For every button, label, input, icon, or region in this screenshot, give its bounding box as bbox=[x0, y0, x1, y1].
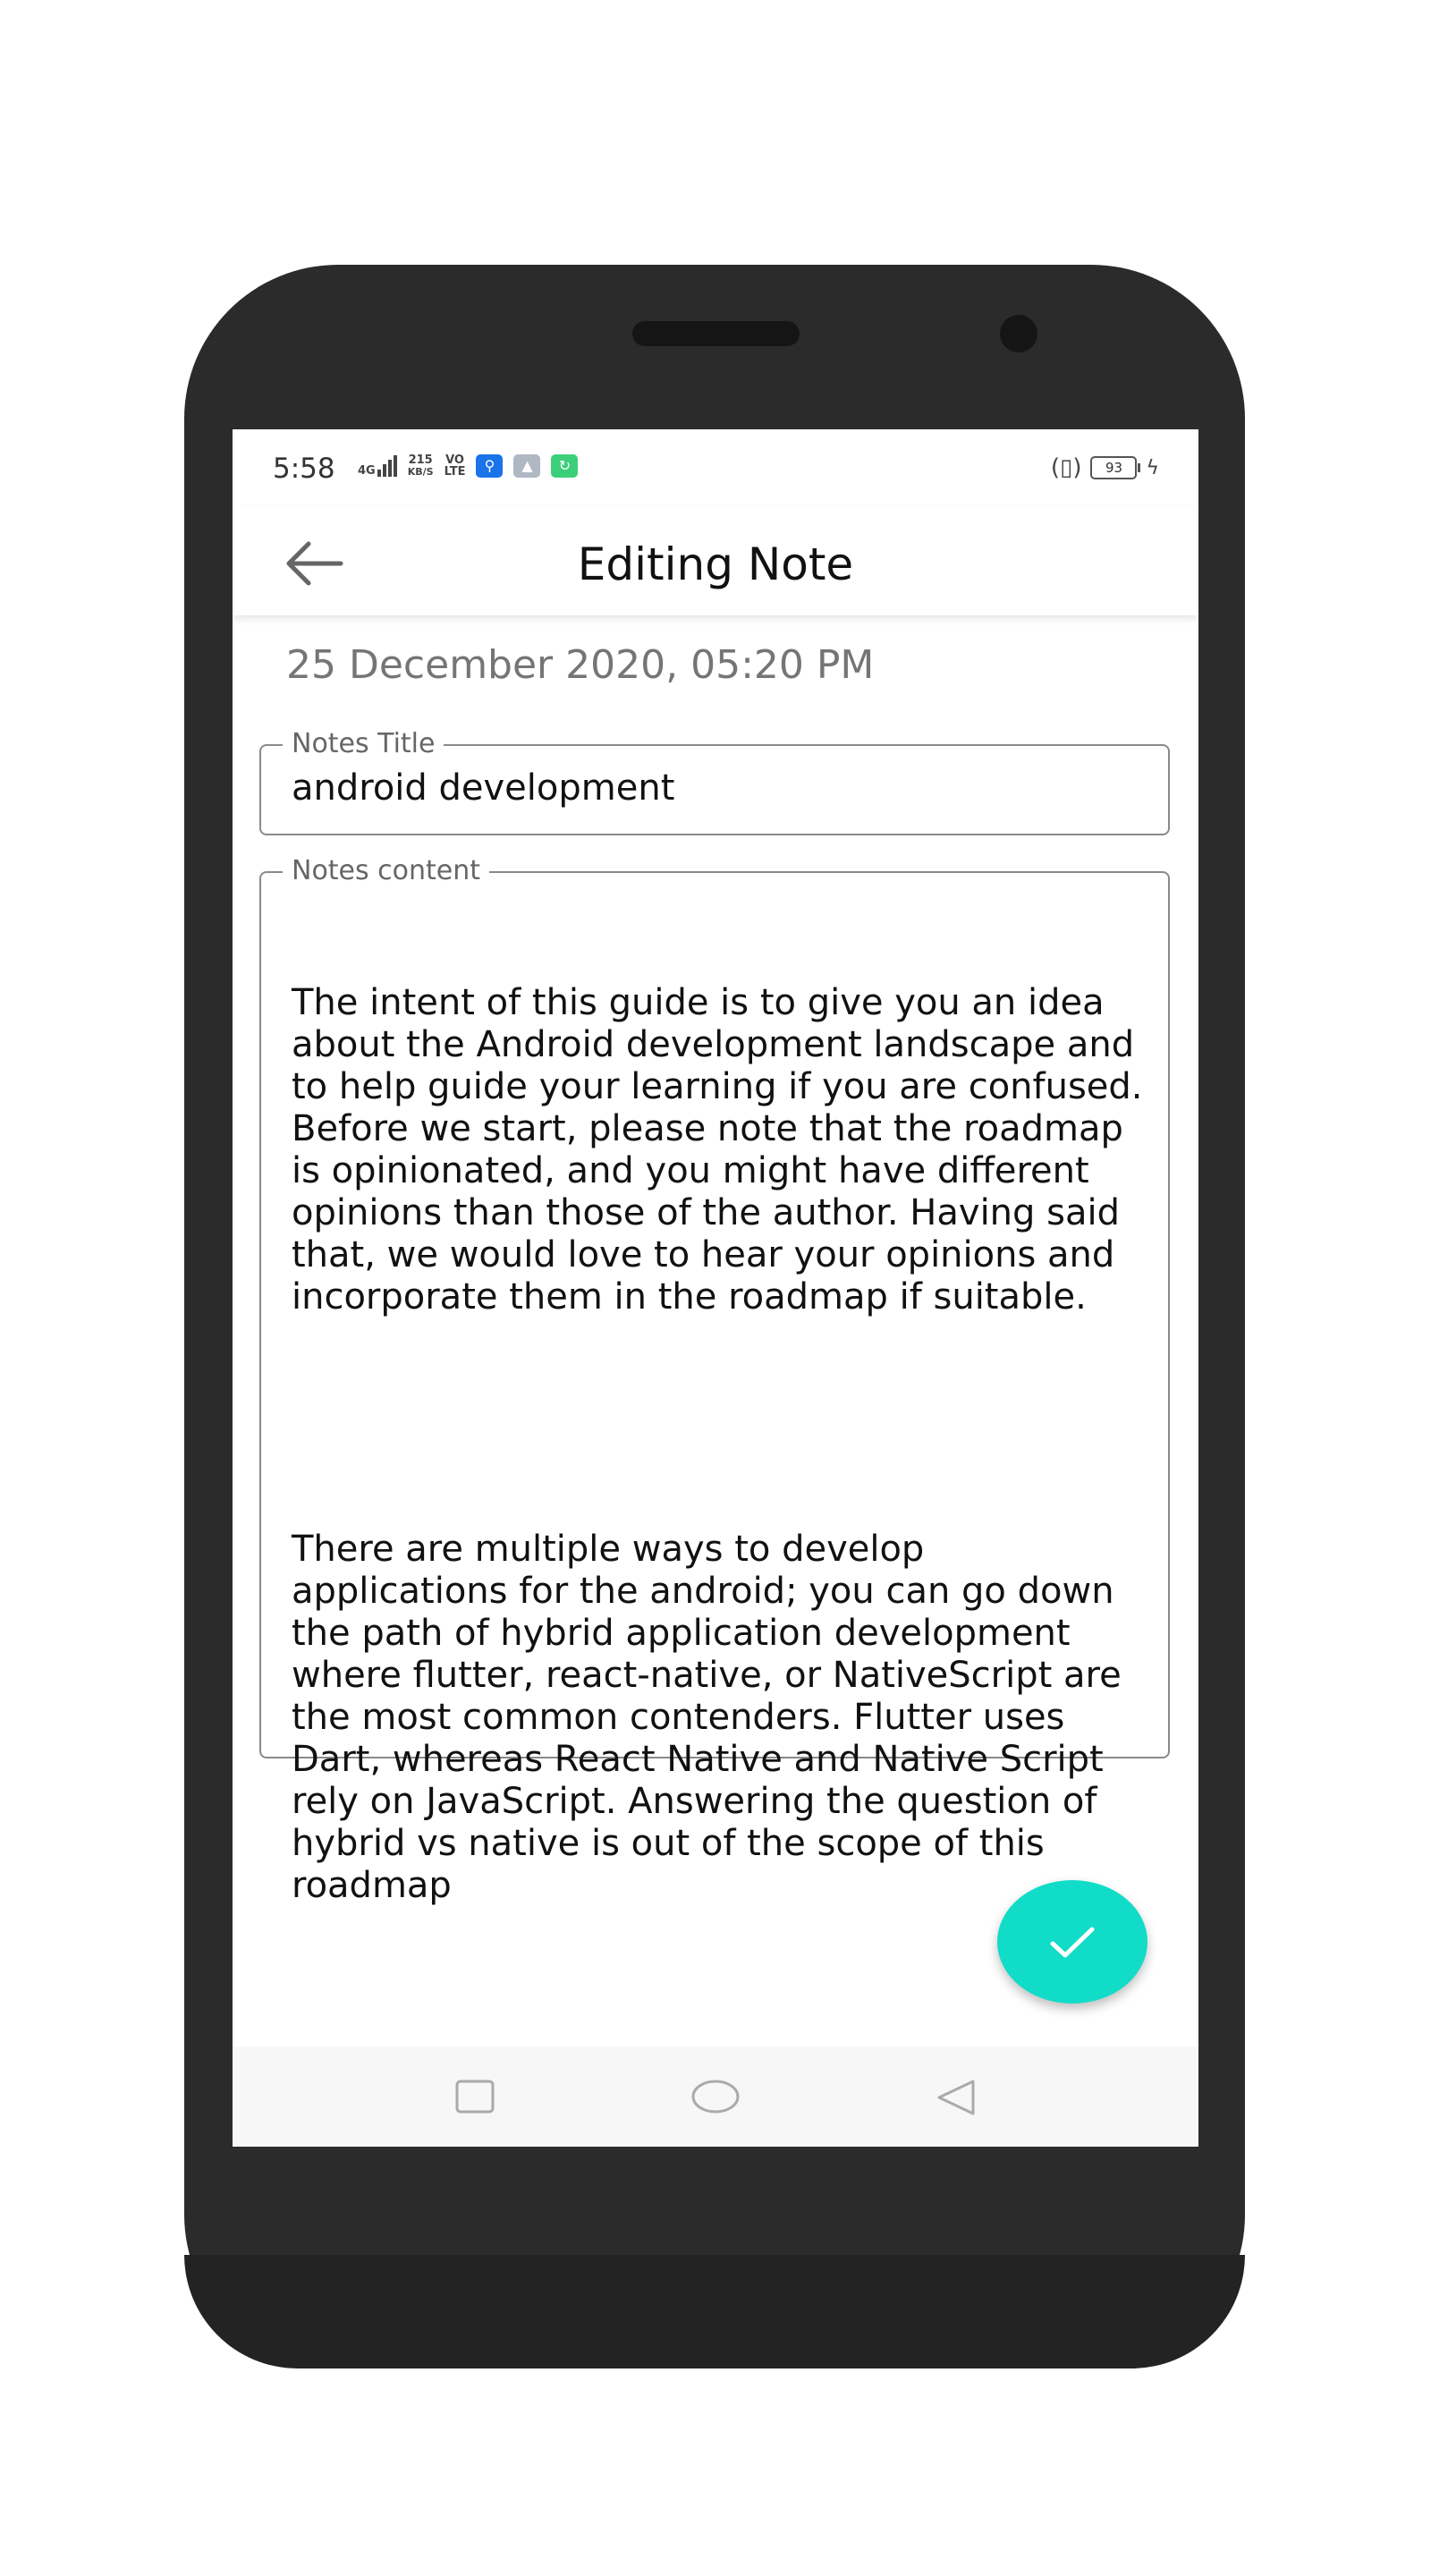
phone-chin bbox=[184, 2255, 1245, 2368]
app-bar: Editing Note bbox=[233, 508, 1198, 615]
sync-icon: ↻ bbox=[551, 454, 579, 478]
vibrate-icon: (▯) bbox=[1050, 454, 1082, 481]
phone-camera bbox=[1000, 315, 1037, 352]
triangle-back-icon bbox=[937, 2080, 975, 2115]
app-screen: 5:58 4G 215 KB/S VO LTE ⚲ ▲ ↻ (▯) 93 ϟ E… bbox=[233, 429, 1198, 2147]
page-title: Editing Note bbox=[577, 538, 854, 590]
system-nav-bar bbox=[233, 2046, 1198, 2147]
square-icon bbox=[455, 2080, 495, 2114]
notes-content-label: Notes content bbox=[283, 855, 490, 886]
battery-icon: 93 bbox=[1090, 456, 1141, 479]
volte-bottom: LTE bbox=[444, 465, 466, 479]
notes-title-field[interactable]: Notes Title android development bbox=[259, 728, 1170, 835]
status-bar: 5:58 4G 215 KB/S VO LTE ⚲ ▲ ↻ (▯) 93 ϟ bbox=[233, 429, 1198, 508]
save-button[interactable] bbox=[997, 1880, 1147, 2004]
signal-icon bbox=[377, 455, 397, 477]
network-type: 4G bbox=[358, 464, 376, 478]
notes-title-label: Notes Title bbox=[283, 728, 445, 759]
notes-content-text[interactable]: The intent of this guide is to give you … bbox=[292, 898, 1150, 1991]
drive-icon: ▲ bbox=[513, 454, 541, 478]
note-date: 25 December 2020, 05:20 PM bbox=[286, 642, 875, 688]
status-icons-left: 4G 215 KB/S VO LTE ⚲ ▲ ↻ bbox=[358, 453, 579, 479]
nav-back-button[interactable] bbox=[936, 2079, 977, 2120]
content-paragraph: The intent of this guide is to give you … bbox=[292, 982, 1155, 1318]
status-time: 5:58 bbox=[273, 453, 335, 485]
circle-icon bbox=[691, 2080, 740, 2114]
check-icon bbox=[1050, 1927, 1095, 1958]
home-button[interactable] bbox=[690, 2079, 741, 2118]
content-paragraph: There are multiple ways to develop appli… bbox=[292, 1529, 1133, 1906]
notes-content-field[interactable]: Notes content The intent of this guide i… bbox=[259, 855, 1170, 1906]
status-icons-right: (▯) 93 ϟ bbox=[1051, 454, 1159, 481]
charging-icon: ϟ bbox=[1146, 456, 1159, 479]
recents-button[interactable] bbox=[454, 2079, 495, 2118]
speed-value: 215 bbox=[408, 453, 433, 467]
speed-unit: KB/S bbox=[407, 466, 434, 478]
notes-title-value[interactable]: android development bbox=[292, 767, 674, 809]
phone-speaker bbox=[632, 321, 800, 346]
usb-icon: ⚲ bbox=[476, 454, 504, 478]
